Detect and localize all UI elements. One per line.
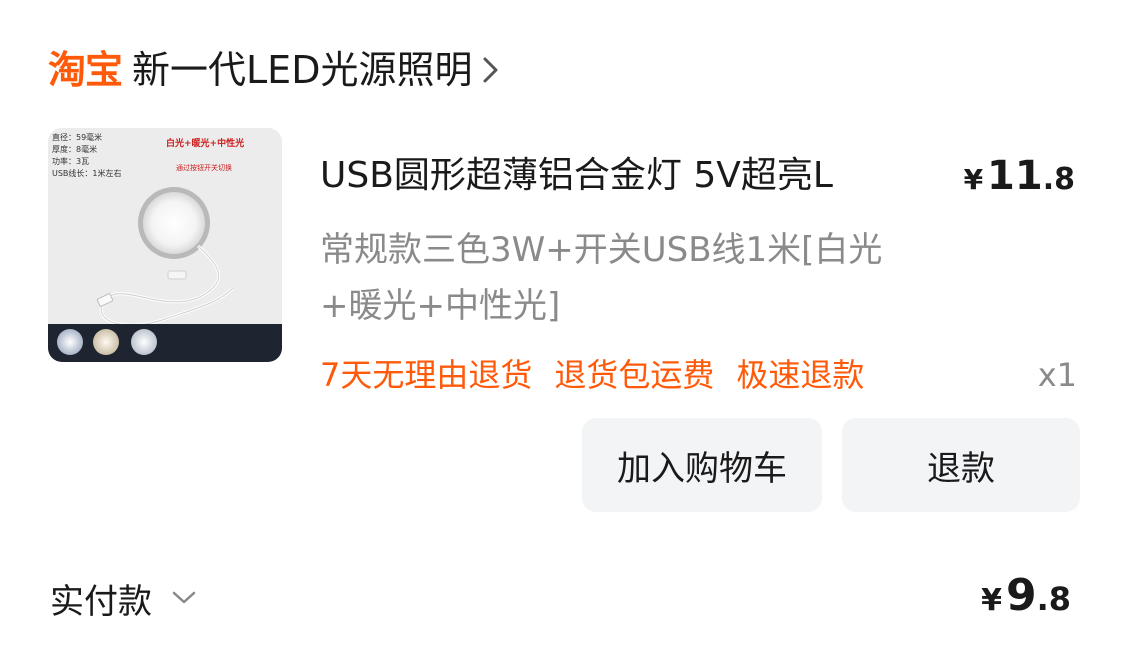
shop-header[interactable]: 淘宝 新一代LED光源照明 bbox=[48, 42, 504, 98]
paid-integer: 9 bbox=[1005, 570, 1037, 621]
paid-label: 实付款 bbox=[50, 581, 152, 622]
product-image[interactable]: 直径：59毫米 厚度：8毫米 功率：3瓦 USB线长：1米左右 白光+暖光+中性… bbox=[48, 128, 282, 362]
image-switch-note: 通过按钮开关切换 bbox=[176, 163, 232, 172]
service-tag-refund: 极速退款 bbox=[736, 356, 865, 394]
paid-amount-toggle[interactable]: 实付款 bbox=[50, 570, 198, 626]
product-variant: 常规款三色3W+开关USB线1米[白光+暖光+中性光] bbox=[320, 230, 883, 326]
paid-price: ¥ 9 .8 bbox=[981, 566, 1071, 626]
image-spec-text: USB线长：1米左右 bbox=[52, 168, 122, 178]
quantity: x1 bbox=[1037, 356, 1077, 394]
image-spec-text: 直径：59毫米 bbox=[52, 132, 102, 142]
paid-currency: ¥ bbox=[981, 583, 1002, 618]
service-tag-shipping: 退货包运费 bbox=[554, 356, 715, 394]
price-integer: 11 bbox=[987, 153, 1043, 199]
service-tags: 7天无理由退货 退货包运费 极速退款 bbox=[320, 350, 864, 400]
service-tag-return: 7天无理由退货 bbox=[320, 356, 533, 394]
shop-name[interactable]: 新一代LED光源照明 bbox=[132, 51, 472, 89]
image-spec-text: 功率：3瓦 bbox=[52, 156, 89, 166]
paid-decimal: .8 bbox=[1036, 580, 1071, 618]
product-price: ¥ 11 .8 bbox=[964, 148, 1075, 204]
chevron-down-icon[interactable] bbox=[170, 588, 198, 608]
refund-button[interactable]: 退款 bbox=[842, 418, 1080, 512]
add-to-cart-button[interactable]: 加入购物车 bbox=[582, 418, 822, 512]
product-title[interactable]: USB圆形超薄铝合金灯 5V超亮L bbox=[320, 148, 930, 204]
price-currency: ¥ bbox=[963, 163, 984, 196]
price-decimal: .8 bbox=[1042, 162, 1075, 197]
image-colors-title: 白光+暖光+中性光 bbox=[166, 137, 244, 149]
chevron-right-icon[interactable] bbox=[482, 55, 504, 85]
image-spec-text: 厚度：8毫米 bbox=[52, 144, 97, 154]
taobao-logo: 淘宝 bbox=[48, 48, 123, 92]
